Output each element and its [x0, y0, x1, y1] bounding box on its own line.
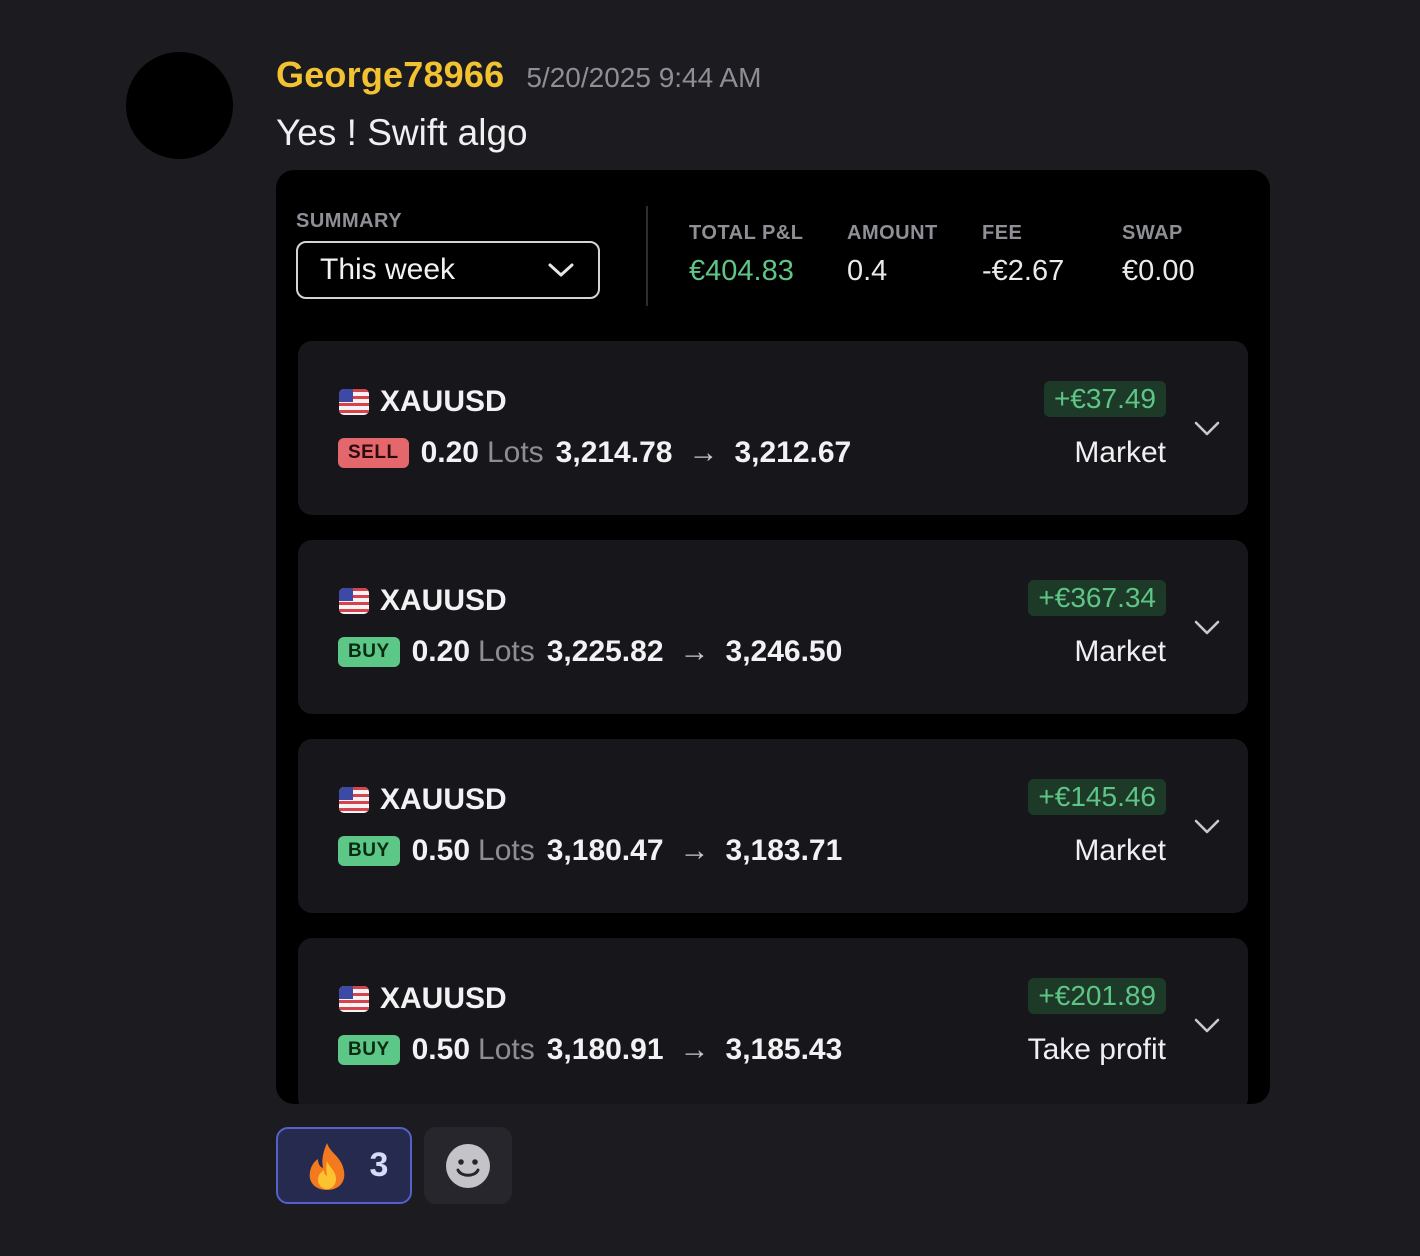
trade-card[interactable]: XAUUSD SELL 0.20 Lots 3,214.78 → 3,212.6… — [298, 341, 1248, 515]
side-badge: BUY — [338, 1035, 400, 1065]
close-type: Market — [1074, 635, 1166, 668]
period-value: This week — [320, 253, 456, 286]
open-price: 3,180.47 — [546, 834, 664, 867]
stat-label: SWAP — [1122, 222, 1183, 244]
message-header: George78966 5/20/2025 9:44 AM — [276, 54, 761, 96]
lots-label: Lots — [478, 1033, 535, 1066]
stat-label: TOTAL P&L — [689, 222, 804, 244]
chevron-down-icon[interactable] — [1192, 612, 1222, 642]
stat-value: -€2.67 — [982, 255, 1065, 287]
trade-details: BUY 0.50 Lots 3,180.47 → 3,183.71 — [338, 834, 842, 868]
stat-value: 0.4 — [847, 255, 888, 287]
trade-card[interactable]: XAUUSD BUY 0.20 Lots 3,225.82 → 3,246.50… — [298, 540, 1248, 714]
lots-value: 0.20 — [420, 436, 479, 469]
side-badge: BUY — [338, 637, 400, 667]
us-flag-icon — [339, 986, 369, 1012]
trade-details: SELL 0.20 Lots 3,214.78 → 3,212.67 — [338, 436, 851, 470]
summary-block: SUMMARY This week — [296, 210, 600, 299]
avatar[interactable] — [126, 52, 233, 159]
trade-symbol: XAUUSD — [338, 584, 507, 618]
summary-label: SUMMARY — [296, 210, 403, 232]
open-price: 3,214.78 — [555, 436, 673, 469]
lots-label: Lots — [478, 834, 535, 867]
symbol-name: XAUUSD — [380, 385, 507, 418]
trade-summary-image[interactable]: SUMMARY This week TOTAL P&L €404.83 AMOU… — [276, 170, 1270, 1104]
side-badge: SELL — [338, 438, 409, 468]
arrow-right-icon: → — [679, 1033, 710, 1066]
arrow-right-icon: → — [679, 635, 710, 668]
reaction-fire[interactable]: 3 — [276, 1127, 412, 1204]
close-type: Take profit — [1027, 1033, 1166, 1066]
us-flag-icon — [339, 389, 369, 415]
chevron-down-icon — [548, 263, 574, 277]
reactions-bar: 3 — [276, 1127, 512, 1204]
trade-details: BUY 0.20 Lots 3,225.82 → 3,246.50 — [338, 635, 842, 669]
symbol-name: XAUUSD — [380, 783, 507, 816]
pnl-badge: +€367.34 — [1028, 580, 1166, 616]
stat-fee: FEE -€2.67 — [982, 222, 1064, 288]
lots-value: 0.50 — [411, 834, 471, 867]
pnl-badge: +€37.49 — [1044, 381, 1166, 417]
chevron-down-icon[interactable] — [1192, 1010, 1222, 1040]
trade-card[interactable]: XAUUSD BUY 0.50 Lots 3,180.91 → 3,185.43… — [298, 938, 1248, 1104]
symbol-name: XAUUSD — [380, 982, 507, 1015]
close-type: Market — [1074, 834, 1166, 867]
stat-swap: SWAP €0.00 — [1122, 222, 1195, 288]
us-flag-icon — [339, 787, 369, 813]
trade-card[interactable]: XAUUSD BUY 0.50 Lots 3,180.47 → 3,183.71… — [298, 739, 1248, 913]
summary-divider — [646, 206, 648, 306]
lots-label: Lots — [486, 436, 544, 469]
lots-value: 0.50 — [411, 1033, 471, 1066]
add-reaction-button[interactable] — [424, 1127, 512, 1204]
trade-symbol: XAUUSD — [338, 385, 507, 419]
stat-label: AMOUNT — [847, 222, 938, 244]
close-type: Market — [1074, 436, 1166, 469]
trade-symbol: XAUUSD — [338, 982, 507, 1016]
close-price: 3,212.67 — [734, 436, 852, 469]
reaction-count: 3 — [369, 1146, 389, 1184]
pnl-badge: +€145.46 — [1028, 779, 1166, 815]
us-flag-icon — [339, 588, 369, 614]
period-dropdown[interactable]: This week — [296, 241, 600, 299]
trade-symbol: XAUUSD — [338, 783, 507, 817]
stat-label: FEE — [982, 222, 1023, 244]
lots-value: 0.20 — [411, 635, 471, 668]
trade-details: BUY 0.50 Lots 3,180.91 → 3,185.43 — [338, 1033, 842, 1067]
stat-value: €404.83 — [689, 255, 794, 287]
arrow-right-icon: → — [679, 834, 710, 867]
username[interactable]: George78966 — [276, 54, 504, 96]
fire-icon — [309, 1142, 344, 1190]
chevron-down-icon[interactable] — [1192, 413, 1222, 443]
stat-amount: AMOUNT 0.4 — [847, 222, 938, 288]
close-price: 3,185.43 — [725, 1033, 843, 1066]
lots-label: Lots — [478, 635, 535, 668]
stat-value: €0.00 — [1122, 255, 1195, 287]
close-price: 3,246.50 — [725, 635, 843, 668]
stat-total-pnl: TOTAL P&L €404.83 — [689, 222, 804, 288]
timestamp: 5/20/2025 9:44 AM — [526, 62, 762, 93]
arrow-right-icon: → — [688, 436, 719, 469]
pnl-badge: +€201.89 — [1028, 978, 1166, 1014]
open-price: 3,180.91 — [546, 1033, 664, 1066]
chevron-down-icon[interactable] — [1192, 811, 1222, 841]
symbol-name: XAUUSD — [380, 584, 507, 617]
smiley-icon — [446, 1143, 490, 1188]
close-price: 3,183.71 — [725, 834, 843, 867]
message-text: Yes ! Swift algo — [276, 112, 528, 153]
open-price: 3,225.82 — [546, 635, 664, 668]
side-badge: BUY — [338, 836, 400, 866]
